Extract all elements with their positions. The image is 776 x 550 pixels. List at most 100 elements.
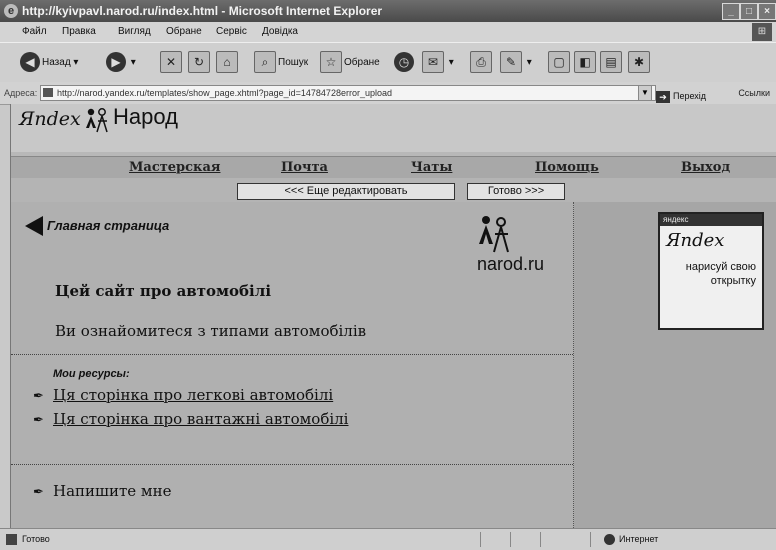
- menu-view[interactable]: Вигляд: [118, 22, 151, 42]
- go-arrow-icon: ➔: [656, 90, 670, 103]
- maximize-button[interactable]: □: [740, 3, 758, 20]
- resource-link-trucks-text[interactable]: Ця сторінка про вантажні автомобілі: [53, 410, 348, 428]
- ie-icon: e: [4, 4, 18, 18]
- globe-icon: [604, 534, 615, 546]
- links-button[interactable]: Ссылки: [738, 82, 770, 104]
- continue-editing-button[interactable]: <<< Еще редактировать: [237, 183, 455, 200]
- contact-link-text[interactable]: Напишите мне: [53, 482, 171, 500]
- discuss-icon: ▢: [548, 51, 570, 74]
- sidebar: яндекс Яndex нарисуй свою открытку: [574, 202, 776, 528]
- status-divider: [510, 532, 511, 547]
- search-icon: ⌕: [254, 51, 276, 74]
- minimize-button[interactable]: _: [722, 3, 740, 20]
- home-arrow-icon[interactable]: [25, 216, 43, 236]
- nav-workshop[interactable]: Мастерская: [129, 160, 220, 175]
- page-heading: Цей сайт про автомобілі: [55, 282, 272, 300]
- browser-window: e http://kyivpavl.narod.ru/index.html - …: [0, 0, 776, 550]
- menu-favorites[interactable]: Обране: [166, 22, 202, 42]
- page-status-icon: [6, 534, 17, 545]
- forward-button[interactable]: ▶ ▾: [106, 51, 136, 75]
- page-main: Главная страница narod.ru Цей сайт про а…: [11, 202, 574, 528]
- pen-icon: ✒: [33, 485, 44, 500]
- yandex-logo[interactable]: Яndex: [19, 108, 81, 130]
- mail-icon: ✉: [422, 51, 444, 74]
- print-icon: ⎙: [470, 51, 492, 74]
- resource-link-cars[interactable]: ✒ Ця сторінка про легкові автомобілі: [33, 386, 333, 404]
- stop-icon: ✕: [160, 51, 182, 74]
- ad-text: нарисуй свою открытку: [685, 261, 756, 287]
- windows-flag-icon: ⊞: [752, 23, 772, 41]
- narod-logo[interactable]: Народ: [113, 104, 178, 130]
- zone-label: Интернет: [619, 534, 659, 544]
- resource-link-trucks[interactable]: ✒ Ця сторінка про вантажні автомобілі: [33, 410, 348, 428]
- edit-button[interactable]: ✎ ▾: [500, 51, 532, 75]
- pen-icon: ✒: [33, 413, 44, 428]
- history-button[interactable]: ◷: [394, 51, 416, 75]
- address-bar: Адреса: http://narod.yandex.ru/templates…: [0, 82, 776, 105]
- status-bar: Готово Интернет: [0, 528, 776, 550]
- mail-button[interactable]: ✉ ▾: [422, 51, 454, 75]
- status-divider: [480, 532, 481, 547]
- favorites-button[interactable]: ☆ Обране: [320, 51, 380, 75]
- address-label: Адреса:: [4, 88, 38, 98]
- nav-mail[interactable]: Почта: [281, 160, 328, 175]
- research-button[interactable]: ▤: [600, 51, 624, 75]
- ad-banner[interactable]: яндекс Яndex нарисуй свою открытку: [658, 212, 764, 330]
- search-button[interactable]: ⌕ Пошук: [254, 51, 308, 75]
- close-button[interactable]: ×: [758, 3, 776, 20]
- discuss-button[interactable]: ▢: [548, 51, 572, 75]
- tools-button[interactable]: ✱: [628, 51, 652, 75]
- pen-icon: ✒: [33, 389, 44, 404]
- history-icon: ◷: [394, 52, 414, 73]
- menu-bar: Файл Правка Вигляд Обране Сервіс Довідка…: [0, 22, 776, 42]
- tools-icon: ✱: [628, 51, 650, 74]
- narodru-logo[interactable]: narod.ru: [477, 214, 573, 275]
- print-button[interactable]: ⎙: [470, 51, 494, 75]
- home-icon: ⌂: [216, 51, 238, 74]
- status-divider: [540, 532, 541, 547]
- research-icon: ▤: [600, 51, 622, 74]
- nav-exit[interactable]: Выход: [681, 160, 730, 175]
- narod-header: Яndex Народ: [11, 104, 776, 152]
- back-arrow-icon: ◀: [20, 52, 40, 73]
- status-text: Готово: [22, 534, 50, 544]
- contact-link[interactable]: ✒ Напишите мне: [33, 482, 171, 500]
- menu-file[interactable]: Файл: [22, 22, 47, 42]
- separator: [11, 464, 573, 465]
- address-dropdown[interactable]: ▼: [638, 85, 652, 101]
- ad-yandex-logo: Яndex: [666, 230, 725, 251]
- search-label: Пошук: [278, 57, 309, 68]
- messenger-button[interactable]: ◧: [574, 51, 598, 75]
- menu-tools[interactable]: Сервіс: [216, 22, 247, 42]
- narodru-people-icon: [479, 216, 509, 253]
- page-intro: Ви ознайомитеся з типами автомобілів: [55, 322, 367, 340]
- nav-chats[interactable]: Чаты: [411, 160, 452, 175]
- refresh-button[interactable]: ↻: [188, 51, 212, 75]
- refresh-icon: ↻: [188, 51, 210, 74]
- back-label: Назад: [42, 57, 71, 68]
- back-button[interactable]: ◀ Назад ▾: [20, 51, 78, 75]
- menu-help[interactable]: Довідка: [262, 22, 298, 42]
- resources-title: Мои ресурсы:: [53, 368, 130, 380]
- menu-edit[interactable]: Правка: [62, 22, 96, 42]
- star-icon: ☆: [320, 51, 342, 74]
- page-icon: [43, 88, 53, 97]
- home-button[interactable]: ⌂: [216, 51, 240, 75]
- separator: [11, 354, 573, 355]
- narod-people-icon: [86, 108, 108, 133]
- edit-icon: ✎: [500, 51, 522, 74]
- window-title: http://kyivpavl.narod.ru/index.html - Mi…: [22, 4, 383, 18]
- home-bar: Главная страница narod.ru: [11, 202, 573, 274]
- nav-help[interactable]: Помощь: [535, 160, 599, 175]
- go-label: Перехід: [673, 91, 707, 101]
- resource-link-cars-text[interactable]: Ця сторінка про легкові автомобілі: [53, 386, 333, 404]
- address-input[interactable]: http://narod.yandex.ru/templates/show_pa…: [40, 85, 656, 101]
- home-link[interactable]: Главная страница: [47, 218, 169, 233]
- title-bar: e http://kyivpavl.narod.ru/index.html - …: [0, 0, 776, 22]
- forward-arrow-icon: ▶: [106, 52, 126, 73]
- edit-controls: <<< Еще редактировать Готово >>>: [11, 178, 776, 202]
- narodru-text: narod.ru: [477, 254, 545, 274]
- stop-button[interactable]: ✕: [160, 51, 184, 75]
- done-button[interactable]: Готово >>>: [467, 183, 565, 200]
- messenger-icon: ◧: [574, 51, 596, 74]
